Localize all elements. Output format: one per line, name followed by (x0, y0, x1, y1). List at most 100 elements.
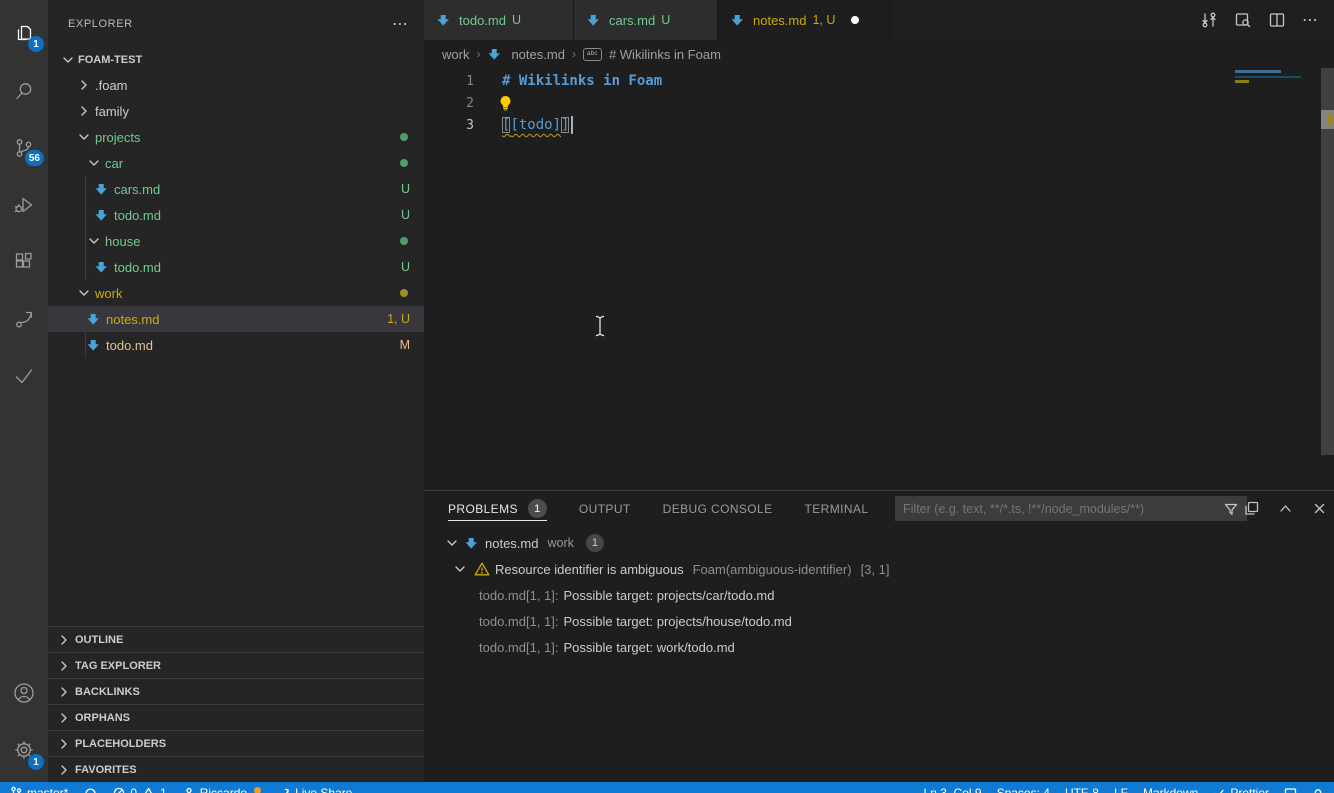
tree-item-todo-md-work[interactable]: todo.md M (48, 332, 424, 358)
activity-source-control-button[interactable]: 56 (0, 119, 48, 176)
section-backlinks[interactable]: BACKLINKS (48, 678, 424, 704)
tree-item-family[interactable]: family (48, 98, 424, 124)
section-outline[interactable]: OUTLINE (48, 626, 424, 652)
split-editor-icon[interactable] (1268, 11, 1286, 29)
git-branch-status[interactable]: master* (10, 786, 68, 793)
live-share-user[interactable]: Riccardo (183, 786, 262, 793)
open-preview-icon[interactable] (1234, 11, 1252, 29)
explorer-sidebar: EXPLORER ⋯ FOAM-TEST .foam family projec… (48, 0, 424, 782)
bracket-match: ] (561, 117, 570, 133)
tree-item-work[interactable]: work (48, 280, 424, 306)
tree-item-dot-foam[interactable]: .foam (48, 72, 424, 98)
breadcrumb-folder[interactable]: work (442, 47, 469, 62)
activity-extensions-button[interactable] (0, 233, 48, 290)
check-icon (1214, 789, 1224, 793)
live-share-button[interactable]: Live Share (277, 786, 352, 793)
explorer-more-actions-icon[interactable]: ⋯ (392, 14, 408, 34)
lightbulb-icon[interactable] (498, 95, 513, 111)
settings-button[interactable]: 1 (0, 721, 48, 778)
breadcrumb-file[interactable]: notes.md (511, 47, 564, 62)
activity-explorer-button[interactable]: 1 (0, 5, 48, 62)
mouse-cursor (594, 314, 606, 338)
tree-item-todo-md-house[interactable]: todo.md U (48, 254, 424, 280)
live-share-icon (12, 307, 36, 331)
tree-root-foam-test[interactable]: FOAM-TEST (48, 48, 424, 72)
panel-restore-icon[interactable] (1243, 500, 1260, 517)
section-placeholders[interactable]: PLACEHOLDERS (48, 730, 424, 756)
language-mode[interactable]: Markdown (1143, 786, 1198, 793)
feedback-icon[interactable] (1284, 787, 1297, 793)
markdown-file-icon (95, 261, 107, 273)
problems-filter-input[interactable] (895, 501, 1223, 516)
eol-sequence[interactable]: LF (1114, 786, 1128, 793)
code-editor[interactable]: 1 # Wikilinks in Foam 2 3 [[todo]] (424, 68, 1334, 490)
problems-related-row[interactable]: todo.md[1, 1]: Possible target: work/tod… (424, 634, 1334, 660)
git-decoration: M (399, 338, 410, 352)
tab-todo-md[interactable]: todo.md U (424, 0, 574, 40)
code-line-1: 1 # Wikilinks in Foam (424, 70, 1334, 92)
notifications-bell-icon[interactable] (1312, 787, 1324, 793)
activity-live-share-button[interactable] (0, 290, 48, 347)
tree-item-todo-md-car[interactable]: todo.md U (48, 202, 424, 228)
section-tag-explorer[interactable]: TAG EXPLORER (48, 652, 424, 678)
problems-file-row[interactable]: notes.md work 1 (424, 530, 1334, 556)
indentation[interactable]: Spaces: 4 (997, 786, 1050, 793)
status-bar: master* 0 1 Riccardo Live Share Ln 3, Co… (0, 782, 1334, 793)
sync-changes-button[interactable] (84, 787, 97, 793)
branch-icon (11, 786, 22, 793)
section-favorites[interactable]: FAVORITES (48, 756, 424, 782)
prettier-status[interactable]: Prettier (1213, 786, 1269, 793)
tree-item-projects[interactable]: projects (48, 124, 424, 150)
problems-warning-row[interactable]: Resource identifier is ambiguous Foam(am… (424, 556, 1334, 582)
panel-maximize-icon[interactable] (1277, 500, 1294, 517)
sidebar-sections: OUTLINE TAG EXPLORER BACKLINKS ORPHANS P… (48, 626, 424, 782)
share-icon (284, 788, 289, 793)
breadcrumb-separator: › (476, 47, 481, 61)
encoding[interactable]: UTF-8 (1065, 786, 1099, 793)
tab-notes-md[interactable]: notes.md 1, U (718, 0, 890, 40)
problems-related-row[interactable]: todo.md[1, 1]: Possible target: projects… (424, 608, 1334, 634)
scm-badge: 56 (24, 150, 44, 166)
tree-item-cars-md[interactable]: cars.md U (48, 176, 424, 202)
account-icon (11, 680, 37, 706)
panel-tab-debug-console[interactable]: DEBUG CONSOLE (663, 491, 773, 526)
editor-scrollbar[interactable] (1321, 68, 1334, 455)
more-actions-icon[interactable]: ⋯ (1302, 10, 1318, 30)
chevron-right-icon (61, 634, 67, 645)
checkmark-icon (12, 364, 36, 388)
unsaved-changes-dot[interactable] (851, 16, 860, 24)
panel-tab-terminal[interactable]: TERMINAL (805, 491, 869, 526)
accounts-button[interactable] (0, 664, 48, 721)
settings-badge: 1 (28, 754, 44, 770)
tab-bar: todo.md U cars.md U notes.md 1, U ⋯ (424, 0, 1334, 40)
markdown-file-icon (465, 537, 477, 549)
problems-status[interactable]: 0 1 (113, 786, 167, 793)
panel-close-icon[interactable] (1311, 500, 1328, 517)
markdown-file-icon (95, 209, 107, 221)
chevron-right-icon (61, 738, 67, 749)
breadcrumbs: work › notes.md › abc # Wikilinks in Foa… (424, 40, 1334, 68)
error-icon (114, 787, 125, 793)
wikilink-text[interactable]: [todo] (510, 117, 561, 133)
tree-item-car[interactable]: car (48, 150, 424, 176)
problems-related-row[interactable]: todo.md[1, 1]: Possible target: projects… (424, 582, 1334, 608)
activity-search-button[interactable] (0, 62, 48, 119)
tab-cars-md[interactable]: cars.md U (574, 0, 718, 40)
open-changes-icon[interactable] (1200, 11, 1218, 29)
activity-tasks-button[interactable] (0, 347, 48, 404)
section-orphans[interactable]: ORPHANS (48, 704, 424, 730)
panel-tab-output[interactable]: OUTPUT (579, 491, 631, 526)
bottom-panel: PROBLEMS 1 OUTPUT DEBUG CONSOLE TERMINAL (424, 490, 1334, 782)
markdown-file-icon (87, 313, 99, 325)
chevron-right-icon (61, 660, 67, 671)
chevron-right-icon (61, 712, 67, 723)
cursor-position[interactable]: Ln 3, Col 9 (924, 786, 982, 793)
problems-count-badge: 1 (527, 499, 547, 518)
activity-run-debug-button[interactable] (0, 176, 48, 233)
panel-tab-problems[interactable]: PROBLEMS 1 (448, 491, 547, 526)
tree-item-house[interactable]: house (48, 228, 424, 254)
minimap[interactable] (1235, 70, 1301, 84)
breadcrumb-symbol[interactable]: # Wikilinks in Foam (609, 47, 721, 62)
tree-item-notes-md[interactable]: notes.md 1, U (48, 306, 424, 332)
chevron-down-icon (455, 566, 465, 572)
